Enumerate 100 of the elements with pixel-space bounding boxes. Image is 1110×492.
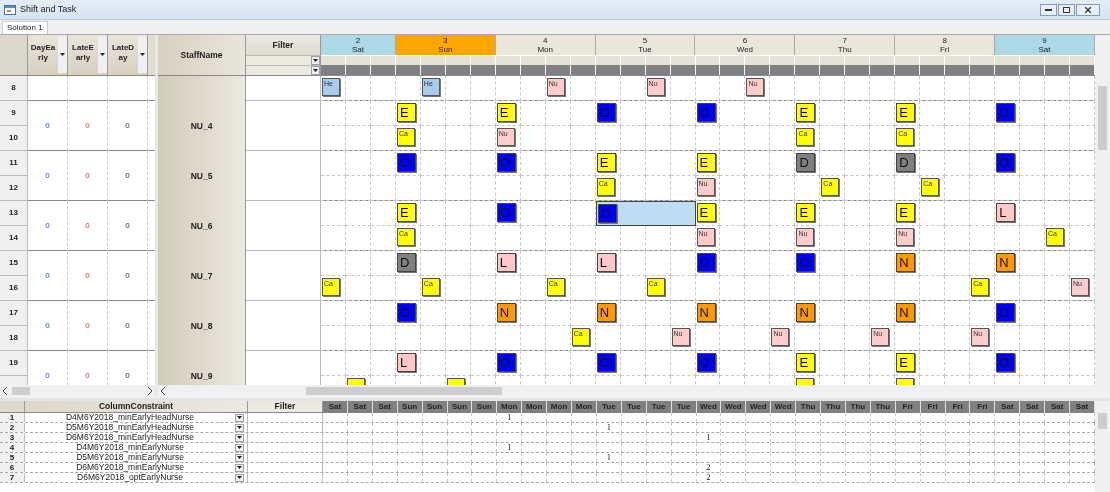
- grid-cell[interactable]: N: [495, 301, 521, 326]
- shift-block[interactable]: E: [896, 103, 916, 122]
- grid-cell[interactable]: E: [895, 101, 921, 126]
- shift-block[interactable]: L: [496, 253, 516, 272]
- grid-cell[interactable]: 1: [596, 453, 622, 462]
- shift-block[interactable]: E: [896, 203, 916, 222]
- minimize-button[interactable]: [1040, 3, 1057, 16]
- day-header[interactable]: 2 Sat: [321, 35, 396, 56]
- count-cell[interactable]: 0: [68, 251, 108, 301]
- count-cell[interactable]: 0: [68, 201, 108, 251]
- shift-block[interactable]: N: [496, 303, 516, 322]
- filter-cell[interactable]: [246, 151, 321, 201]
- grid-cell[interactable]: 1: [497, 443, 523, 452]
- dropdown-button[interactable]: [235, 443, 244, 452]
- column-header[interactable]: Wed: [721, 401, 747, 413]
- count-cell[interactable]: 0: [108, 301, 148, 351]
- close-button[interactable]: [1076, 3, 1100, 16]
- column-header[interactable]: Sat: [323, 401, 348, 413]
- header-corner[interactable]: [0, 35, 28, 75]
- shift-block[interactable]: N: [796, 303, 816, 322]
- shift-block[interactable]: N: [896, 253, 916, 272]
- scroll-right-icon[interactable]: [147, 387, 152, 395]
- shift-block[interactable]: D: [396, 253, 416, 272]
- row-number[interactable]: 10: [0, 126, 28, 151]
- column-header[interactable]: StaffName: [158, 35, 246, 75]
- grid-cell[interactable]: N: [795, 301, 821, 326]
- dropdown-button[interactable]: [311, 56, 320, 65]
- column-header[interactable]: Wed: [746, 401, 772, 413]
- row-number[interactable]: 18: [0, 326, 28, 351]
- grid-cell[interactable]: N: [595, 301, 621, 326]
- row-number[interactable]: 6: [0, 463, 25, 472]
- day-header[interactable]: 3 Sun: [395, 35, 496, 56]
- row-number[interactable]: 14: [0, 226, 28, 251]
- grid-cell[interactable]: 1: [497, 413, 523, 422]
- column-header[interactable]: Filter: [246, 35, 320, 55]
- count-cell[interactable]: 0: [68, 151, 108, 201]
- row-number[interactable]: 2: [0, 423, 25, 432]
- scroll-thumb[interactable]: [1098, 86, 1107, 150]
- selected-cell[interactable]: [620, 201, 646, 226]
- column-header[interactable]: Mon: [522, 401, 548, 413]
- selected-cell[interactable]: [670, 201, 696, 226]
- row-number[interactable]: 7: [0, 473, 25, 482]
- horizontal-scrollbar[interactable]: [0, 385, 155, 397]
- staff-name-cell[interactable]: NU_9: [158, 351, 246, 385]
- column-header[interactable]: Sat: [1045, 401, 1071, 413]
- count-cell[interactable]: 0: [28, 101, 68, 151]
- day-header[interactable]: 6 Wed: [695, 35, 796, 56]
- filter-field[interactable]: [246, 55, 320, 65]
- shift-block[interactable]: D: [896, 153, 916, 172]
- grid-cell[interactable]: E: [495, 101, 521, 126]
- shift-block[interactable]: E: [796, 203, 816, 222]
- day-header[interactable]: 5 Tue: [595, 35, 696, 56]
- dropdown-button[interactable]: [311, 66, 320, 75]
- day-header[interactable]: 7 Thu: [795, 35, 896, 56]
- filter-cell[interactable]: [246, 251, 321, 301]
- shift-block[interactable]: E: [796, 353, 816, 372]
- staff-name-cell[interactable]: NU_5: [158, 151, 246, 201]
- filter-cell[interactable]: [246, 301, 321, 351]
- filter-cell[interactable]: [246, 76, 321, 101]
- header-corner[interactable]: [0, 401, 25, 412]
- column-header[interactable]: Sun: [472, 401, 498, 413]
- shift-block[interactable]: E: [396, 203, 416, 222]
- column-header[interactable]: Fri: [895, 401, 921, 413]
- count-cell[interactable]: 0: [28, 301, 68, 351]
- shift-block[interactable]: N: [996, 253, 1016, 272]
- row-number[interactable]: 3: [0, 433, 25, 442]
- count-cell[interactable]: 0: [108, 151, 148, 201]
- count-cell[interactable]: 0: [108, 251, 148, 301]
- column-header[interactable]: Sat: [995, 401, 1021, 413]
- count-cell[interactable]: 0: [28, 251, 68, 301]
- grid-cell[interactable]: 2: [696, 473, 722, 482]
- dropdown-button[interactable]: [235, 453, 244, 462]
- column-header[interactable]: Thu: [845, 401, 871, 413]
- shift-block[interactable]: N: [896, 303, 916, 322]
- shift-block[interactable]: E: [496, 103, 516, 122]
- column-header[interactable]: Sat: [1020, 401, 1046, 413]
- shift-block[interactable]: L: [996, 203, 1016, 222]
- shift-block[interactable]: E: [696, 153, 716, 172]
- row-number[interactable]: 8: [0, 76, 28, 101]
- grid-cell[interactable]: L: [395, 351, 421, 376]
- row-number[interactable]: 17: [0, 301, 28, 326]
- maximize-button[interactable]: [1058, 3, 1075, 16]
- scroll-thumb[interactable]: [12, 387, 30, 395]
- shift-block[interactable]: E: [896, 353, 916, 372]
- grid-cell[interactable]: L: [495, 251, 521, 276]
- grid-cell[interactable]: E: [395, 201, 421, 226]
- column-header[interactable]: Wed: [696, 401, 722, 413]
- grid-cell[interactable]: N: [895, 251, 921, 276]
- column-header[interactable]: Wed: [771, 401, 797, 413]
- column-header[interactable]: Mon: [497, 401, 523, 413]
- column-header[interactable]: Fri: [945, 401, 971, 413]
- row-number[interactable]: 11: [0, 151, 28, 176]
- shift-block[interactable]: N: [596, 303, 616, 322]
- staff-name-cell[interactable]: NU_8: [158, 301, 246, 351]
- grid-cell[interactable]: N: [995, 251, 1021, 276]
- dropdown-button[interactable]: [235, 473, 244, 482]
- grid-cell[interactable]: E: [795, 201, 821, 226]
- filter-cell[interactable]: [246, 201, 321, 251]
- grid-cell[interactable]: 1: [696, 433, 722, 442]
- grid-cell[interactable]: D: [795, 151, 821, 176]
